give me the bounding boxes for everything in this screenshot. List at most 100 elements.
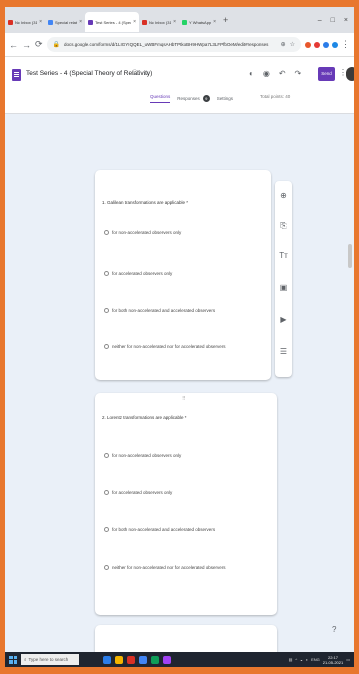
taskbar: ⌕ Type here to search ▤ ^ ◒ ◖ ENG 22:17 …: [5, 652, 354, 667]
address-bar: ← → ⟳ 🔒 docs.google.com/forms/d/1LIGYIQQ…: [5, 33, 354, 57]
folder-icon[interactable]: 🗀: [133, 69, 140, 80]
close-icon[interactable]: ×: [133, 19, 136, 25]
profile-icon[interactable]: [332, 41, 338, 48]
option: for both non-accelerated and accelerated…: [104, 308, 215, 313]
browser-tab-label: Nc Inbox (31) - rajalingam5@...: [149, 19, 171, 25]
browser-tab-label: Y WhatsApp: [189, 19, 212, 25]
language-indicator[interactable]: ENG: [311, 657, 320, 662]
browser-tab[interactable]: Nc Inbox (31) - rajalingam5@... ×: [5, 12, 45, 32]
reload-icon[interactable]: ⟳: [35, 39, 43, 50]
radio-icon: [104, 490, 109, 495]
question-card[interactable]: ⠿ 2. Lorentz transformations are applica…: [95, 393, 277, 615]
whatsapp-favicon-icon: [182, 19, 187, 25]
header-actions: ◐ ◉ ↶ ↷: [249, 69, 301, 78]
maximize-icon[interactable]: □: [331, 17, 335, 24]
app-icon[interactable]: [139, 655, 147, 664]
back-icon[interactable]: ←: [9, 40, 18, 50]
browser-menu-icon[interactable]: ⋮: [341, 39, 350, 50]
question-text: 2. Lorentz transformations are applicabl…: [102, 415, 187, 420]
preview-eye-icon[interactable]: ◉: [263, 69, 270, 78]
tab-settings[interactable]: Settings: [217, 96, 233, 101]
action-center-icon[interactable]: ▭: [346, 657, 350, 662]
forms-header: Test Series - 4 (Special Theory of Relat…: [5, 57, 354, 114]
close-icon[interactable]: ×: [39, 19, 42, 25]
total-points: Total points: 40: [260, 94, 291, 99]
volume-icon[interactable]: ◖: [306, 657, 308, 662]
add-image-icon[interactable]: ▣: [278, 283, 289, 292]
lock-icon: 🔒: [52, 42, 61, 48]
question-toolbar: ⊕ ⎘ Tт ▣ ▶ ☰: [275, 181, 292, 377]
close-icon[interactable]: ×: [79, 19, 82, 25]
responses-count-badge: 9: [202, 95, 210, 102]
radio-icon: [104, 565, 109, 570]
radio-icon: [104, 453, 109, 458]
radio-icon: [104, 344, 109, 349]
app-icon[interactable]: [163, 655, 171, 664]
redo-icon[interactable]: ↷: [295, 69, 302, 78]
option: for accelerated observers only: [104, 490, 172, 495]
star-icon[interactable]: ☆: [143, 69, 149, 77]
close-window-icon[interactable]: ×: [344, 17, 348, 24]
tab-questions[interactable]: Questions: [150, 94, 171, 103]
extensions-bar: ⋮: [305, 39, 350, 50]
scrollbar[interactable]: [348, 244, 352, 268]
forward-icon[interactable]: →: [22, 40, 31, 50]
option-label: for accelerated observers only: [112, 490, 173, 495]
browser-tab-bar: Nc Inbox (31) - rajalingam5@... × Specia…: [5, 7, 354, 33]
tab-responses[interactable]: Responses: [177, 96, 200, 101]
chrome-icon[interactable]: [151, 655, 159, 664]
add-title-icon[interactable]: Tт: [278, 251, 289, 260]
forms-favicon-icon: [88, 19, 93, 25]
notification-area-icon[interactable]: ▤: [289, 657, 293, 662]
minimize-icon[interactable]: –: [318, 17, 322, 24]
radio-icon: [104, 308, 109, 313]
option-label: for non-accelerated observers only: [112, 230, 182, 235]
close-icon[interactable]: ×: [213, 19, 216, 25]
add-question-icon[interactable]: ⊕: [278, 191, 289, 200]
browser-tab-label: Nc Inbox (31) - rajalingam5@...: [15, 19, 37, 25]
option-label: for non-accelerated observers only: [112, 453, 182, 458]
browser-tab-active[interactable]: Test Series - 4 (Special Theor... ×: [85, 12, 139, 32]
app-icon[interactable]: [127, 655, 135, 664]
add-section-icon[interactable]: ☰: [278, 347, 289, 356]
import-questions-icon[interactable]: ⎘: [278, 221, 289, 231]
zoom-icon[interactable]: ⊕: [281, 41, 286, 48]
question-card[interactable]: 1. Galilean transformations are applicab…: [95, 170, 271, 380]
bookmark-star-icon[interactable]: ☆: [290, 41, 295, 48]
clock-date: 21-05-2021: [322, 659, 344, 665]
extension-icon[interactable]: [305, 41, 311, 48]
add-video-icon[interactable]: ▶: [278, 315, 289, 324]
taskbar-search[interactable]: ⌕ Type here to search: [21, 654, 79, 665]
avatar[interactable]: [346, 67, 354, 81]
radio-icon: [104, 527, 109, 532]
browser-tab-label: Special relativity - Google Se...: [55, 19, 78, 25]
windows-start-icon[interactable]: [9, 655, 17, 664]
taskview-icon[interactable]: [103, 655, 111, 664]
radio-icon: [104, 230, 109, 235]
extension-icon[interactable]: [314, 41, 320, 48]
system-tray: ▤ ^ ◒ ◖ ENG 22:17 21-05-2021 ▭: [289, 655, 350, 665]
option: for non-accelerated observers only: [104, 453, 181, 458]
radio-icon: [104, 271, 109, 276]
browser-tab[interactable]: Nc Inbox (31) - rajalingam5@... ×: [139, 12, 179, 32]
clock[interactable]: 22:17 21-05-2021: [323, 655, 343, 665]
new-tab-button[interactable]: +: [223, 15, 228, 25]
drag-handle-icon[interactable]: ⠿: [182, 396, 187, 402]
close-icon[interactable]: ×: [173, 19, 176, 25]
browser-tab[interactable]: Special relativity - Google Se... ×: [45, 12, 85, 32]
send-button[interactable]: Send: [318, 67, 335, 81]
help-icon[interactable]: ?: [332, 625, 336, 634]
search-icon: ⌕: [24, 657, 27, 662]
tray-chevron-icon[interactable]: ^: [295, 657, 297, 662]
browser-tab[interactable]: Y WhatsApp ×: [179, 12, 219, 32]
option-label: for both non-accelerated and accelerated…: [112, 308, 216, 313]
palette-icon[interactable]: ◐: [249, 69, 254, 78]
google-forms-logo-icon[interactable]: [12, 69, 21, 81]
question-text: 1. Galilean transformations are applicab…: [102, 200, 189, 205]
extension-icon[interactable]: [323, 41, 329, 48]
url-field[interactable]: 🔒 docs.google.com/forms/d/1LIGYIQQEL_uWB…: [46, 37, 301, 52]
option: neither for non-accelerated nor for acce…: [104, 565, 226, 570]
file-explorer-icon[interactable]: [115, 655, 123, 664]
undo-icon[interactable]: ↶: [279, 69, 286, 78]
network-icon[interactable]: ◒: [300, 657, 302, 662]
